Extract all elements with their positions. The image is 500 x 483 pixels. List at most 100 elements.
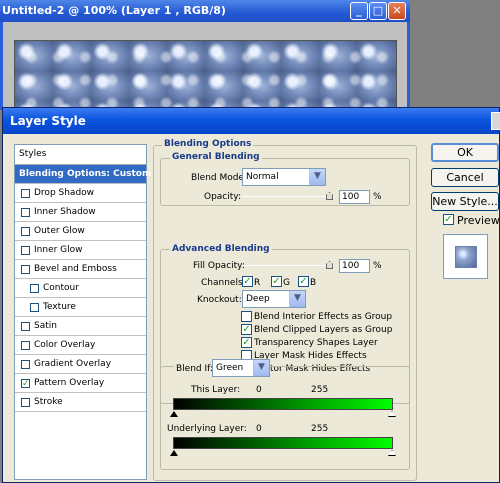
blend-interior-label: Blend Interior Effects as Group (254, 312, 393, 322)
blending-options-panel: Blending Options General Blending Blend … (153, 138, 421, 481)
document-titlebar[interactable]: Untitled-2 @ 100% (Layer 1 , RGB/8) _ □ … (0, 0, 410, 22)
blend-if-select[interactable]: Green ▼ (212, 359, 270, 377)
style-label: Texture (43, 302, 76, 312)
style-gradient-overlay[interactable]: Gradient Overlay (15, 355, 146, 374)
style-label: Outer Glow (34, 226, 85, 236)
preview-swatch (455, 246, 477, 268)
channel-r-label: R (254, 278, 261, 288)
this-layer-min: 0 (256, 385, 262, 395)
checkmark-icon[interactable]: ✓ (21, 379, 30, 389)
styles-list: Styles Blending Options: Custom Drop Sha… (14, 144, 151, 480)
maximize-button[interactable]: □ (369, 2, 387, 20)
style-checkbox[interactable] (21, 360, 30, 369)
general-blending-title: General Blending (170, 152, 262, 162)
preview-label: Preview (457, 214, 500, 227)
style-outer-glow[interactable]: Outer Glow (15, 222, 146, 241)
style-checkbox[interactable] (21, 227, 30, 236)
preview-thumbnail (443, 234, 488, 279)
fill-opacity-input[interactable]: 100 (339, 259, 370, 273)
channel-b-checkbox[interactable]: ✓ (298, 276, 309, 287)
opacity-label: Opacity: (204, 192, 241, 202)
opacity-slider-track[interactable] (242, 196, 334, 197)
close-button[interactable]: ✕ (388, 2, 406, 20)
style-blending-options[interactable]: Blending Options: Custom (15, 165, 151, 184)
style-label: Inner Shadow (34, 207, 96, 217)
styles-header[interactable]: Styles (15, 145, 146, 165)
ok-button[interactable]: OK (431, 143, 499, 162)
style-inner-shadow[interactable]: Inner Shadow (15, 203, 146, 222)
transparency-shapes-label: Transparency Shapes Layer (254, 338, 378, 348)
fill-opacity-slider-track[interactable] (242, 265, 334, 266)
chevron-down-icon: ▼ (253, 360, 269, 376)
opacity-input[interactable]: 100 (339, 190, 370, 204)
knockout-select[interactable]: Deep ▼ (242, 290, 306, 308)
document-window: Untitled-2 @ 100% (Layer 1 , RGB/8) _ □ … (0, 0, 410, 110)
chevron-down-icon: ▼ (289, 291, 305, 307)
style-label: Blending Options: Custom (19, 169, 152, 179)
transparency-shapes-checkbox[interactable]: ✓ (241, 337, 252, 348)
knockout-label: Knockout: (197, 295, 242, 305)
opacity-percent: % (373, 192, 382, 202)
style-drop-shadow[interactable]: Drop Shadow (15, 184, 146, 203)
document-canvas[interactable] (14, 40, 397, 110)
channel-g-checkbox[interactable]: ✓ (271, 276, 282, 287)
preview-checkbox[interactable]: ✓ (443, 214, 454, 225)
channel-r-checkbox[interactable]: ✓ (242, 276, 253, 287)
blend-if-value: Green (216, 363, 244, 373)
style-label: Bevel and Emboss (34, 264, 117, 274)
style-checkbox[interactable] (30, 284, 39, 293)
channel-g-label: G (283, 278, 290, 288)
channel-b-label: B (310, 278, 317, 288)
this-layer-gradient[interactable] (173, 398, 393, 410)
dialog-title: Layer Style (10, 114, 86, 128)
underlying-layer-max: 255 (311, 424, 329, 434)
style-satin[interactable]: Satin (15, 317, 146, 336)
style-checkbox[interactable] (21, 246, 30, 255)
this-layer-max: 255 (311, 385, 329, 395)
style-checkbox[interactable] (21, 341, 30, 350)
underlying-layer-gradient[interactable] (173, 437, 393, 449)
blend-clipped-checkbox[interactable]: ✓ (241, 324, 252, 335)
style-label: Stroke (34, 397, 63, 407)
style-label: Color Overlay (34, 340, 96, 350)
layer-style-dialog: Layer Style Styles Blending Options: Cus… (2, 107, 500, 483)
blend-interior-checkbox[interactable] (241, 311, 252, 322)
blend-mode-label: Blend Mode: (191, 173, 248, 183)
style-checkbox[interactable] (21, 265, 30, 274)
style-label: Pattern Overlay (34, 378, 105, 388)
style-texture[interactable]: Texture (15, 298, 146, 317)
chevron-down-icon: ▼ (309, 169, 325, 185)
fill-opacity-label: Fill Opacity: (193, 261, 245, 271)
layer-mask-label: Layer Mask Hides Effects (254, 351, 367, 361)
blend-mode-select[interactable]: Normal ▼ (242, 168, 326, 186)
advanced-blending-title: Advanced Blending (170, 244, 272, 254)
cancel-button[interactable]: Cancel (431, 168, 499, 187)
style-checkbox[interactable] (21, 208, 30, 217)
style-checkbox[interactable] (21, 398, 30, 407)
style-stroke[interactable]: Stroke (15, 393, 146, 412)
blend-if-label: Blend If: (174, 364, 216, 374)
document-canvas-area (0, 22, 410, 110)
style-bevel-emboss[interactable]: Bevel and Emboss (15, 260, 146, 279)
minimize-button[interactable]: _ (350, 2, 368, 20)
style-label: Inner Glow (34, 245, 83, 255)
style-color-overlay[interactable]: Color Overlay (15, 336, 146, 355)
style-contour[interactable]: Contour (15, 279, 146, 298)
style-pattern-overlay[interactable]: ✓ Pattern Overlay (15, 374, 146, 393)
underlying-layer-label: Underlying Layer: (167, 424, 247, 434)
style-label: Gradient Overlay (34, 359, 112, 369)
style-label: Contour (43, 283, 79, 293)
document-title: Untitled-2 @ 100% (Layer 1 , RGB/8) (2, 4, 226, 17)
style-inner-glow[interactable]: Inner Glow (15, 241, 146, 260)
dialog-titlebar[interactable]: Layer Style (3, 108, 500, 134)
blend-mode-value: Normal (246, 172, 279, 182)
style-checkbox[interactable] (21, 322, 30, 331)
underlying-layer-min: 0 (256, 424, 262, 434)
blending-options-title: Blending Options (162, 139, 254, 149)
style-label: Drop Shadow (34, 188, 95, 198)
channels-label: Channels: (201, 278, 246, 288)
style-checkbox[interactable] (21, 189, 30, 198)
new-style-button[interactable]: New Style... (431, 192, 499, 211)
dialog-close-edge[interactable] (491, 112, 500, 130)
style-checkbox[interactable] (30, 303, 39, 312)
